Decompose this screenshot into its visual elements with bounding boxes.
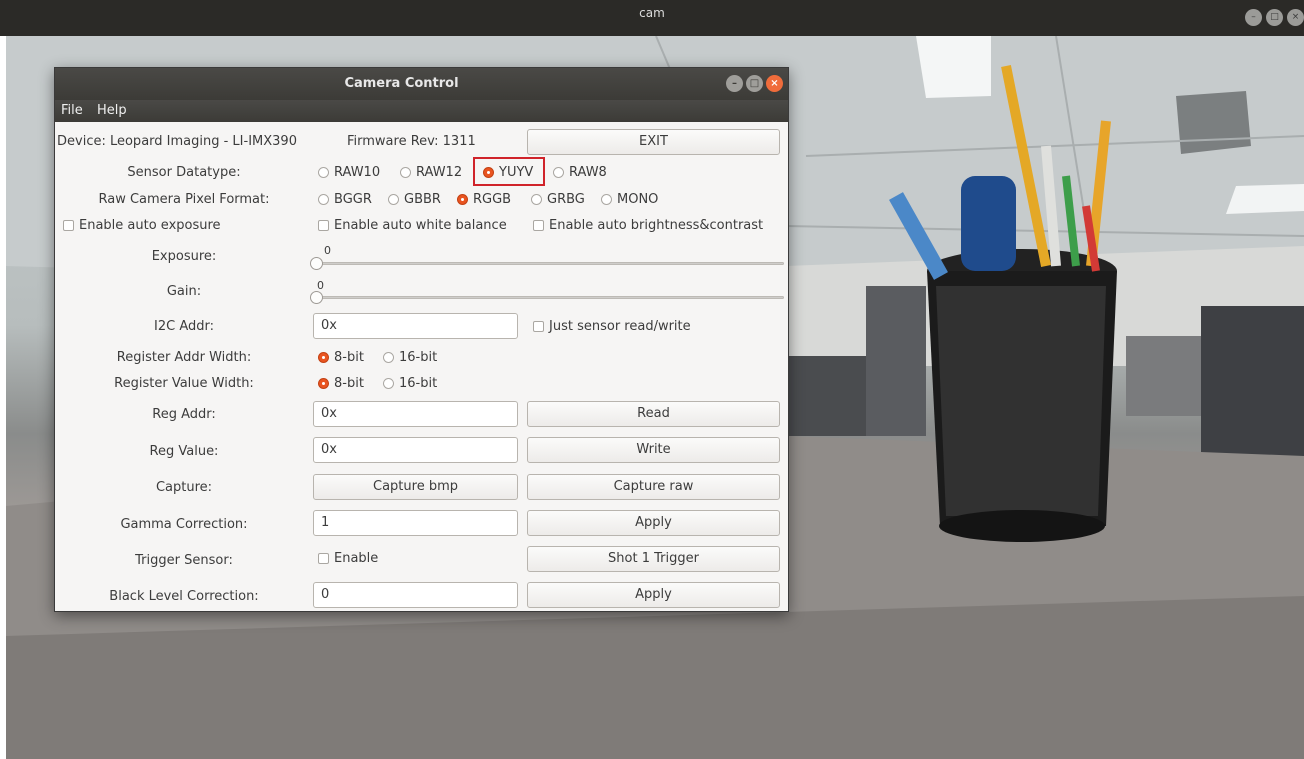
close-icon[interactable]: × xyxy=(1287,9,1304,26)
gamma-input[interactable]: 1 xyxy=(313,510,518,536)
auto-white-balance-checkbox[interactable]: Enable auto white balance xyxy=(318,218,507,233)
firmware-label: Firmware Rev: 1311 xyxy=(347,134,476,149)
radio-gbbr[interactable]: GBBR xyxy=(388,192,441,207)
radio-mono[interactable]: MONO xyxy=(601,192,658,207)
capture-bmp-button[interactable]: Capture bmp xyxy=(313,474,518,500)
gain-slider-handle[interactable] xyxy=(310,291,323,304)
shot-trigger-button[interactable]: Shot 1 Trigger xyxy=(527,546,780,572)
radio-indicator xyxy=(601,194,612,205)
radio-addr-8bit[interactable]: 8-bit xyxy=(318,350,364,365)
outer-window-title: cam xyxy=(639,6,665,20)
checkbox-box xyxy=(318,220,329,231)
reg-addr-input[interactable]: 0x xyxy=(313,401,518,427)
menu-file[interactable]: File xyxy=(61,103,83,118)
read-button[interactable]: Read xyxy=(527,401,780,427)
checkbox-box xyxy=(63,220,74,231)
dialog-titlebar[interactable]: Camera Control – □ × xyxy=(55,68,788,100)
checkbox-box xyxy=(533,321,544,332)
radio-raw10[interactable]: RAW10 xyxy=(318,165,380,180)
radio-indicator xyxy=(383,378,394,389)
black-level-label: Black Level Correction: xyxy=(109,589,259,604)
auto-brightness-checkbox[interactable]: Enable auto brightness&contrast xyxy=(533,218,763,233)
minimize-icon[interactable]: – xyxy=(1245,9,1262,26)
gamma-label: Gamma Correction: xyxy=(120,517,248,532)
radio-value-8bit[interactable]: 8-bit xyxy=(318,376,364,391)
sensor-datatype-label: Sensor Datatype: xyxy=(127,165,241,180)
radio-indicator xyxy=(400,167,411,178)
trigger-label: Trigger Sensor: xyxy=(135,553,233,568)
radio-indicator xyxy=(383,352,394,363)
exposure-slider-handle[interactable] xyxy=(310,257,323,270)
pixel-format-label: Raw Camera Pixel Format: xyxy=(98,192,270,207)
radio-indicator xyxy=(388,194,399,205)
radio-indicator xyxy=(553,167,564,178)
black-level-apply-button[interactable]: Apply xyxy=(527,582,780,608)
exposure-value: 0 xyxy=(324,244,331,257)
reg-value-label: Reg Value: xyxy=(149,444,219,459)
menubar: File Help xyxy=(55,100,788,122)
radio-indicator-selected xyxy=(318,352,329,363)
exposure-label: Exposure: xyxy=(151,249,217,264)
exit-button[interactable]: EXIT xyxy=(527,129,780,155)
radio-addr-16bit[interactable]: 16-bit xyxy=(383,350,437,365)
radio-indicator-selected xyxy=(457,194,468,205)
gain-label: Gain: xyxy=(166,284,202,299)
reg-addr-label: Reg Addr: xyxy=(152,407,216,422)
radio-value-16bit[interactable]: 16-bit xyxy=(383,376,437,391)
checkbox-box xyxy=(533,220,544,231)
outer-window-titlebar: cam – □ × xyxy=(0,0,1304,36)
gain-slider-track[interactable] xyxy=(313,296,784,299)
reg-value-input[interactable]: 0x xyxy=(313,437,518,463)
radio-rggb[interactable]: RGGB xyxy=(457,192,511,207)
dialog-close-icon[interactable]: × xyxy=(766,75,783,92)
camera-control-dialog: Camera Control – □ × File Help Device: L… xyxy=(54,67,789,612)
menu-help[interactable]: Help xyxy=(97,103,127,118)
radio-indicator xyxy=(318,194,329,205)
dialog-minimize-icon[interactable]: – xyxy=(726,75,743,92)
radio-raw12[interactable]: RAW12 xyxy=(400,165,462,180)
radio-grbg[interactable]: GRBG xyxy=(531,192,585,207)
checkbox-box xyxy=(318,553,329,564)
radio-bggr[interactable]: BGGR xyxy=(318,192,372,207)
radio-indicator-selected xyxy=(318,378,329,389)
device-label: Device: Leopard Imaging - LI-IMX390 xyxy=(57,134,297,149)
dialog-maximize-icon[interactable]: □ xyxy=(746,75,763,92)
black-level-input[interactable]: 0 xyxy=(313,582,518,608)
yuyv-highlight-annotation xyxy=(473,157,545,186)
dialog-title: Camera Control xyxy=(344,76,459,91)
capture-label: Capture: xyxy=(155,480,213,495)
reg-value-width-label: Register Value Width: xyxy=(114,376,254,391)
exposure-slider-track[interactable] xyxy=(313,262,784,265)
auto-exposure-checkbox[interactable]: Enable auto exposure xyxy=(63,218,221,233)
gain-value: 0 xyxy=(317,279,324,292)
trigger-enable-checkbox[interactable]: Enable xyxy=(318,551,378,566)
gamma-apply-button[interactable]: Apply xyxy=(527,510,780,536)
reg-addr-width-label: Register Addr Width: xyxy=(116,350,252,365)
capture-raw-button[interactable]: Capture raw xyxy=(527,474,780,500)
radio-raw8[interactable]: RAW8 xyxy=(553,165,607,180)
maximize-icon[interactable]: □ xyxy=(1266,9,1283,26)
i2c-addr-input[interactable]: 0x xyxy=(313,313,518,339)
radio-indicator xyxy=(318,167,329,178)
i2c-addr-label: I2C Addr: xyxy=(154,319,214,334)
write-button[interactable]: Write xyxy=(527,437,780,463)
radio-indicator xyxy=(531,194,542,205)
just-sensor-checkbox[interactable]: Just sensor read/write xyxy=(533,319,691,334)
